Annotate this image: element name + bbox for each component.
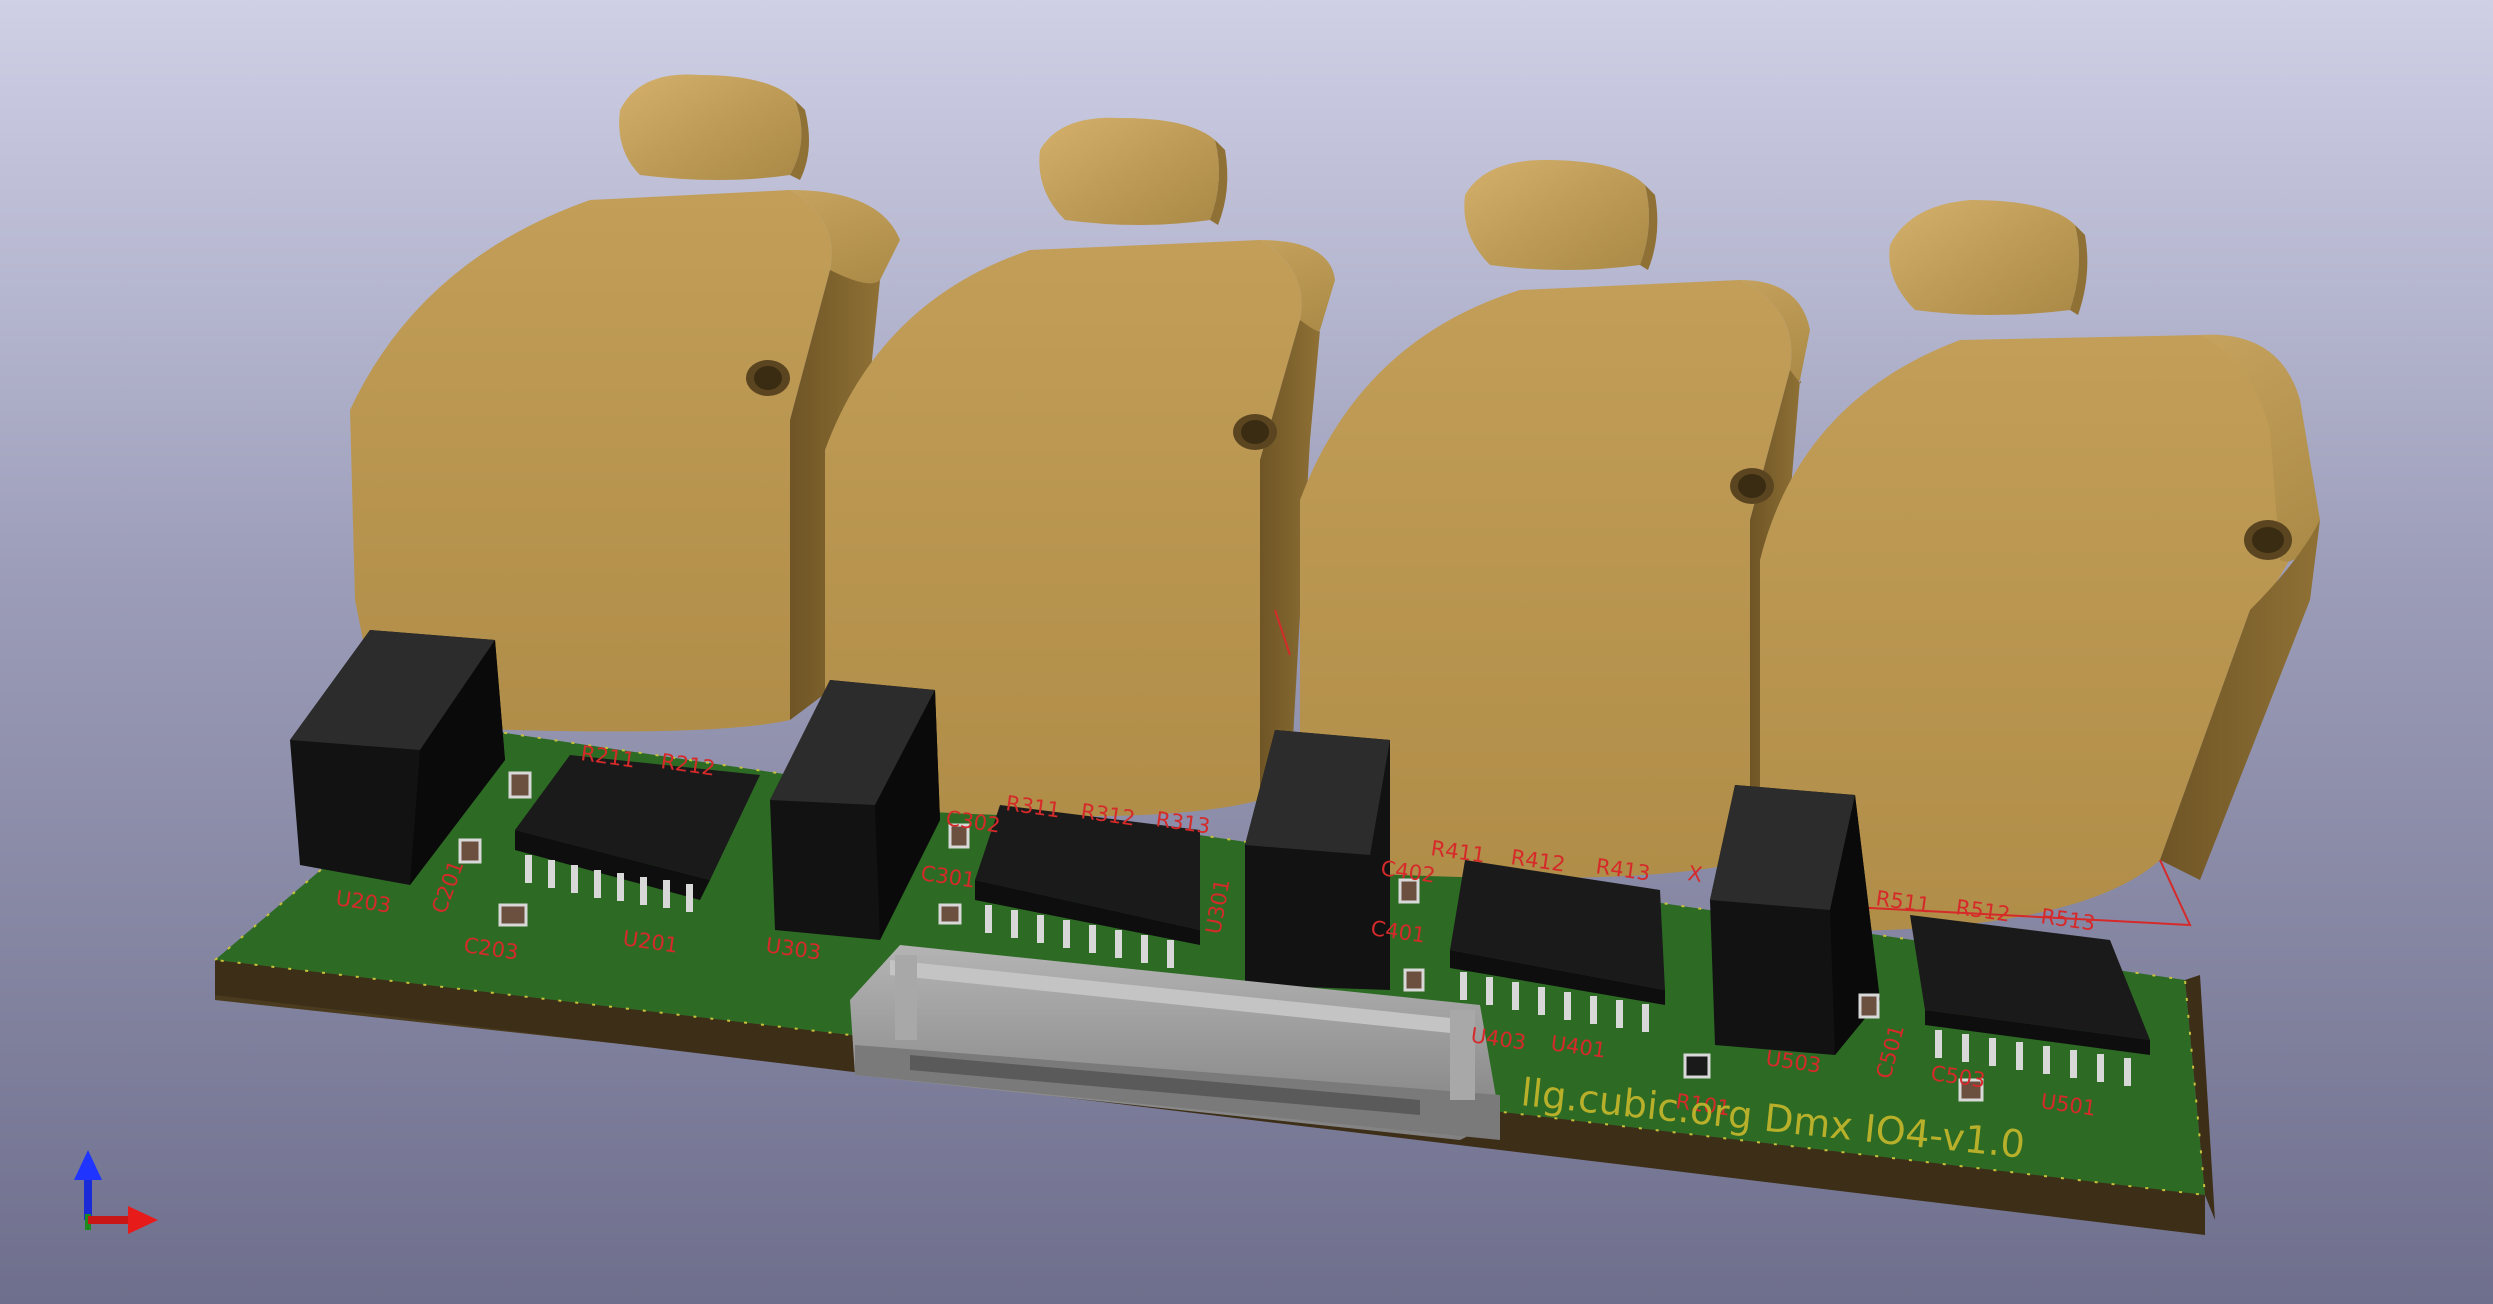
transformer-u401[interactable] [1245,730,1390,990]
z-axis-arrow [74,1150,102,1220]
pcb-3d-scene[interactable]: U203 U201 C201 C203 U303 U301 C302 C301 … [0,0,2493,1304]
3d-viewport[interactable]: U203 U201 C201 C203 U303 U301 C302 C301 … [0,0,2493,1304]
x-axis-arrow [88,1206,158,1234]
axis-indicator [74,1150,158,1234]
transformer-u503[interactable] [1710,785,1880,1055]
ref-r513: R513 [2039,904,2096,935]
ref-x: X [1686,861,1704,887]
xlr-connector-1[interactable] [350,74,900,732]
